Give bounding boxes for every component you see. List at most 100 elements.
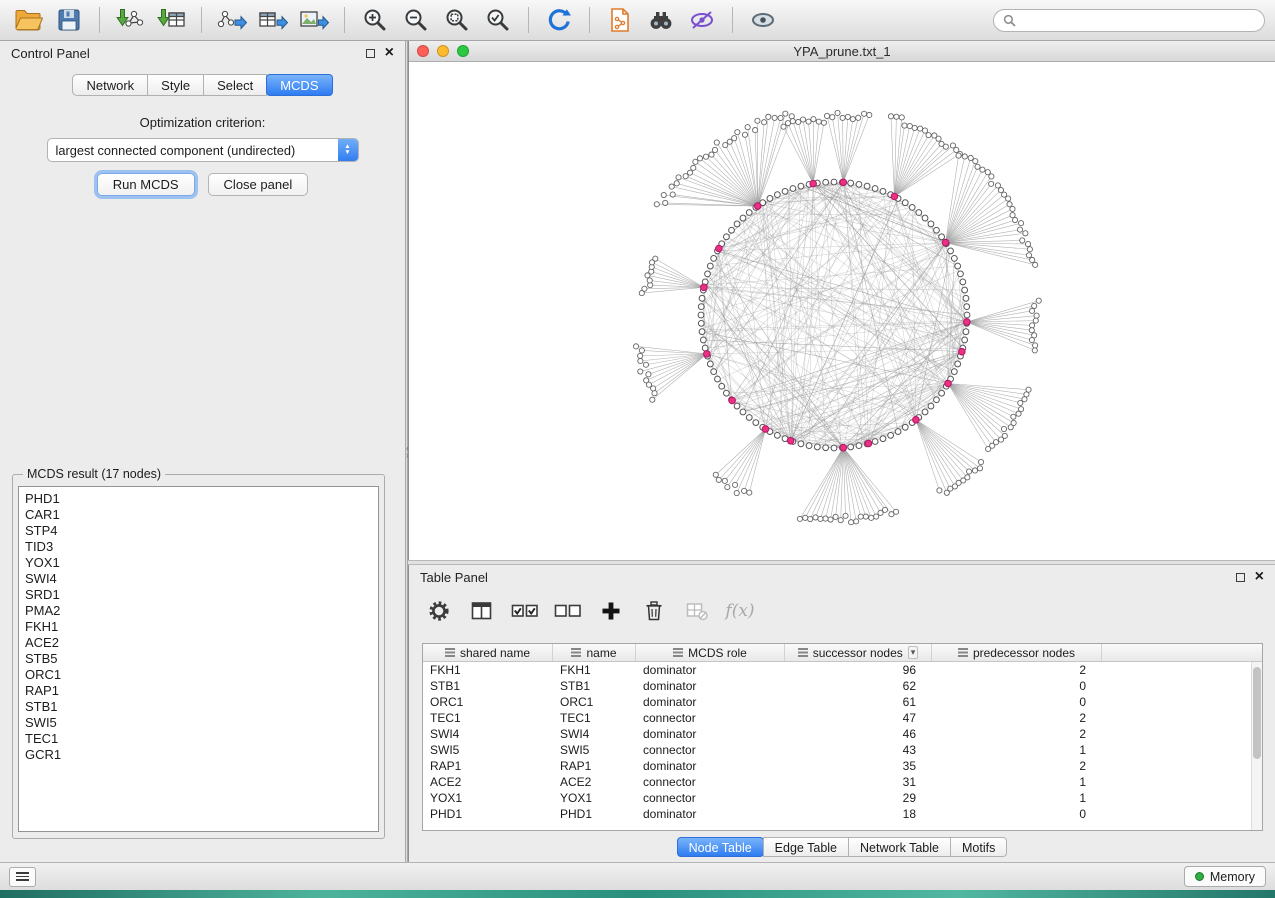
toolbar-separator xyxy=(732,7,733,33)
run-mcds-button[interactable]: Run MCDS xyxy=(97,173,195,196)
import-network-icon[interactable] xyxy=(112,4,148,37)
mcds-result-item[interactable]: STB1 xyxy=(25,699,372,715)
table-row[interactable]: TEC1 TEC1 connector 47 2 xyxy=(423,710,1262,726)
table-settings-gear-icon[interactable] xyxy=(425,597,453,625)
deselect-all-icon[interactable] xyxy=(554,597,582,625)
zoom-in-icon[interactable] xyxy=(357,4,393,37)
column-header-name[interactable]: name xyxy=(553,644,636,661)
scrollbar-thumb[interactable] xyxy=(1253,667,1261,759)
delete-column-icon[interactable] xyxy=(640,597,668,625)
export-table-icon[interactable] xyxy=(255,4,291,37)
table-row[interactable]: ORC1 ORC1 dominator 61 0 xyxy=(423,694,1262,710)
cell-mcds-role: dominator xyxy=(636,727,785,741)
export-image-icon[interactable] xyxy=(296,4,332,37)
cell-mcds-role: dominator xyxy=(636,663,785,677)
cell-successor-nodes: 46 xyxy=(785,727,932,741)
table-row[interactable]: ACE2 ACE2 connector 31 1 xyxy=(423,774,1262,790)
mcds-result-item[interactable]: FKH1 xyxy=(25,619,372,635)
cell-shared-name: TEC1 xyxy=(423,711,553,725)
mcds-result-item[interactable]: RAP1 xyxy=(25,683,372,699)
table-row[interactable]: STB1 STB1 dominator 62 0 xyxy=(423,678,1262,694)
tab-style[interactable]: Style xyxy=(147,74,204,96)
mcds-result-item[interactable]: ORC1 xyxy=(25,667,372,683)
search-input[interactable] xyxy=(993,9,1265,32)
cell-name: FKH1 xyxy=(553,663,636,677)
close-panel-icon[interactable]: × xyxy=(1255,571,1264,583)
mcds-result-item[interactable]: CAR1 xyxy=(25,507,372,523)
table-scrollbar[interactable] xyxy=(1251,662,1262,830)
optimization-criterion-label: Optimization criterion: xyxy=(0,115,405,130)
save-session-icon[interactable] xyxy=(51,4,87,37)
table-row[interactable]: SWI5 SWI5 connector 43 1 xyxy=(423,742,1262,758)
column-header-predecessor-nodes[interactable]: predecessor nodes xyxy=(932,644,1102,661)
mcds-result-item[interactable]: PHD1 xyxy=(25,491,372,507)
table-row[interactable]: YOX1 YOX1 connector 29 1 xyxy=(423,790,1262,806)
zoom-fit-icon[interactable] xyxy=(439,4,475,37)
mcds-result-item[interactable]: SWI5 xyxy=(25,715,372,731)
cell-predecessor-nodes: 2 xyxy=(932,759,1102,773)
cell-successor-nodes: 61 xyxy=(785,695,932,709)
zoom-out-icon[interactable] xyxy=(398,4,434,37)
float-panel-icon[interactable] xyxy=(1236,573,1245,582)
column-header-successor-nodes[interactable]: successor nodes ▾ xyxy=(785,644,932,661)
network-canvas[interactable] xyxy=(409,62,1274,559)
cell-mcds-role: dominator xyxy=(636,759,785,773)
mcds-buttons-row: Run MCDS Close panel xyxy=(0,173,405,196)
cell-successor-nodes: 62 xyxy=(785,679,932,693)
table-row[interactable]: PHD1 PHD1 dominator 18 0 xyxy=(423,806,1262,822)
mcds-result-item[interactable]: YOX1 xyxy=(25,555,372,571)
create-column-icon[interactable] xyxy=(597,597,625,625)
refresh-icon[interactable] xyxy=(541,4,577,37)
hide-graphics-details-icon[interactable] xyxy=(684,4,720,37)
mcds-result-item[interactable]: TEC1 xyxy=(25,731,372,747)
tab-network-table[interactable]: Network Table xyxy=(848,837,951,857)
status-menu-button[interactable] xyxy=(9,867,36,887)
mcds-result-item[interactable]: SRD1 xyxy=(25,587,372,603)
mcds-result-item[interactable]: ACE2 xyxy=(25,635,372,651)
column-header-shared-name[interactable]: shared name xyxy=(423,644,553,661)
tab-node-table[interactable]: Node Table xyxy=(677,837,764,857)
sort-indicator-icon[interactable]: ▾ xyxy=(908,646,919,659)
mcds-result-item[interactable]: SWI4 xyxy=(25,571,372,587)
memory-button[interactable]: Memory xyxy=(1184,866,1266,887)
open-session-icon[interactable] xyxy=(10,4,46,37)
tab-motifs[interactable]: Motifs xyxy=(950,837,1007,857)
cell-predecessor-nodes: 2 xyxy=(932,663,1102,677)
export-network-icon[interactable] xyxy=(214,4,250,37)
close-panel-icon[interactable]: × xyxy=(385,47,394,59)
mcds-result-item[interactable]: PMA2 xyxy=(25,603,372,619)
mcds-result-item[interactable]: STB5 xyxy=(25,651,372,667)
cell-mcds-role: connector xyxy=(636,743,785,757)
show-columns-icon[interactable] xyxy=(468,597,496,625)
criterion-dropdown[interactable]: largest connected component (undirected)… xyxy=(47,138,359,162)
import-table-icon[interactable] xyxy=(153,4,189,37)
toolbar-separator xyxy=(99,7,100,33)
tab-network[interactable]: Network xyxy=(72,74,148,96)
select-all-icon[interactable] xyxy=(511,597,539,625)
float-panel-icon[interactable] xyxy=(366,49,375,58)
tab-edge-table[interactable]: Edge Table xyxy=(763,837,849,857)
cell-successor-nodes: 29 xyxy=(785,791,932,805)
show-graphics-details-icon[interactable] xyxy=(745,4,781,37)
column-header-mcds-role[interactable]: MCDS role xyxy=(636,644,785,661)
tab-mcds[interactable]: MCDS xyxy=(266,74,332,96)
binoculars-icon[interactable] xyxy=(643,4,679,37)
close-mcds-panel-button[interactable]: Close panel xyxy=(208,173,309,196)
mcds-result-item[interactable]: GCR1 xyxy=(25,747,372,763)
cell-name: TEC1 xyxy=(553,711,636,725)
tab-select[interactable]: Select xyxy=(203,74,267,96)
table-row[interactable]: FKH1 FKH1 dominator 96 2 xyxy=(423,662,1262,678)
mcds-result-item[interactable]: STP4 xyxy=(25,523,372,539)
table-row[interactable]: RAP1 RAP1 dominator 35 2 xyxy=(423,758,1262,774)
table-row[interactable]: SWI4 SWI4 dominator 46 2 xyxy=(423,726,1262,742)
cell-predecessor-nodes: 2 xyxy=(932,727,1102,741)
cell-shared-name: ACE2 xyxy=(423,775,553,789)
cell-successor-nodes: 43 xyxy=(785,743,932,757)
network-window-titlebar[interactable]: YPA_prune.txt_1 xyxy=(409,41,1275,62)
mcds-result-item[interactable]: TID3 xyxy=(25,539,372,555)
export-document-icon[interactable] xyxy=(602,4,638,37)
zoom-selected-icon[interactable] xyxy=(480,4,516,37)
table-panel-header: Table Panel × xyxy=(409,565,1275,589)
fx-label: f(x) xyxy=(725,601,754,621)
cell-predecessor-nodes: 0 xyxy=(932,679,1102,693)
